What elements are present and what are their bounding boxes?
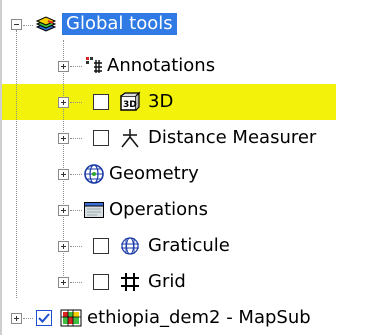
tree-item-annotations[interactable]: Annotations (107, 55, 215, 77)
layers-stack-icon (35, 16, 57, 32)
collapse-toggle[interactable] (11, 19, 22, 30)
tree-item-distance-measurer[interactable]: Distance Measurer (148, 127, 316, 149)
layer-checkbox-ethiopia-dem2[interactable] (36, 310, 52, 326)
layer-checkbox-graticule[interactable] (93, 238, 109, 254)
tree-item-ethiopia-dem2[interactable]: ethiopia_dem2 - MapSub (87, 307, 311, 329)
checkmark-icon (38, 313, 50, 323)
3d-icon: 3D (120, 91, 141, 111)
tree-item-grid[interactable]: Grid (148, 271, 186, 293)
expand-toggle[interactable] (58, 277, 69, 288)
layer-tree: Global tools Annotations 3D 3D Distance … (0, 0, 389, 335)
raster-map-icon (60, 309, 82, 327)
expand-toggle[interactable] (58, 241, 69, 252)
grid-icon (121, 273, 139, 291)
graticule-icon (121, 237, 139, 255)
expand-toggle[interactable] (58, 97, 69, 108)
distance-measurer-icon (121, 129, 139, 148)
tree-item-operations[interactable]: Operations (109, 199, 208, 221)
expand-toggle[interactable] (58, 169, 69, 180)
layer-checkbox-distance-measurer[interactable] (93, 130, 109, 146)
svg-text:3D: 3D (123, 100, 137, 110)
layer-checkbox-grid[interactable] (93, 274, 109, 290)
tree-item-geometry[interactable]: Geometry (109, 163, 199, 185)
tree-item-graticule[interactable]: Graticule (148, 235, 230, 257)
operations-icon (84, 202, 104, 218)
annotations-icon (86, 57, 102, 73)
expand-toggle[interactable] (58, 61, 69, 72)
expand-toggle[interactable] (11, 313, 22, 324)
tree-item-3d[interactable]: 3D (148, 91, 173, 113)
expand-toggle[interactable] (58, 133, 69, 144)
tree-item-global-tools[interactable]: Global tools (61, 12, 178, 36)
geometry-globe-icon (84, 164, 104, 184)
expand-toggle[interactable] (58, 205, 69, 216)
layer-checkbox-3d[interactable] (93, 94, 109, 110)
tree-line (16, 30, 18, 298)
